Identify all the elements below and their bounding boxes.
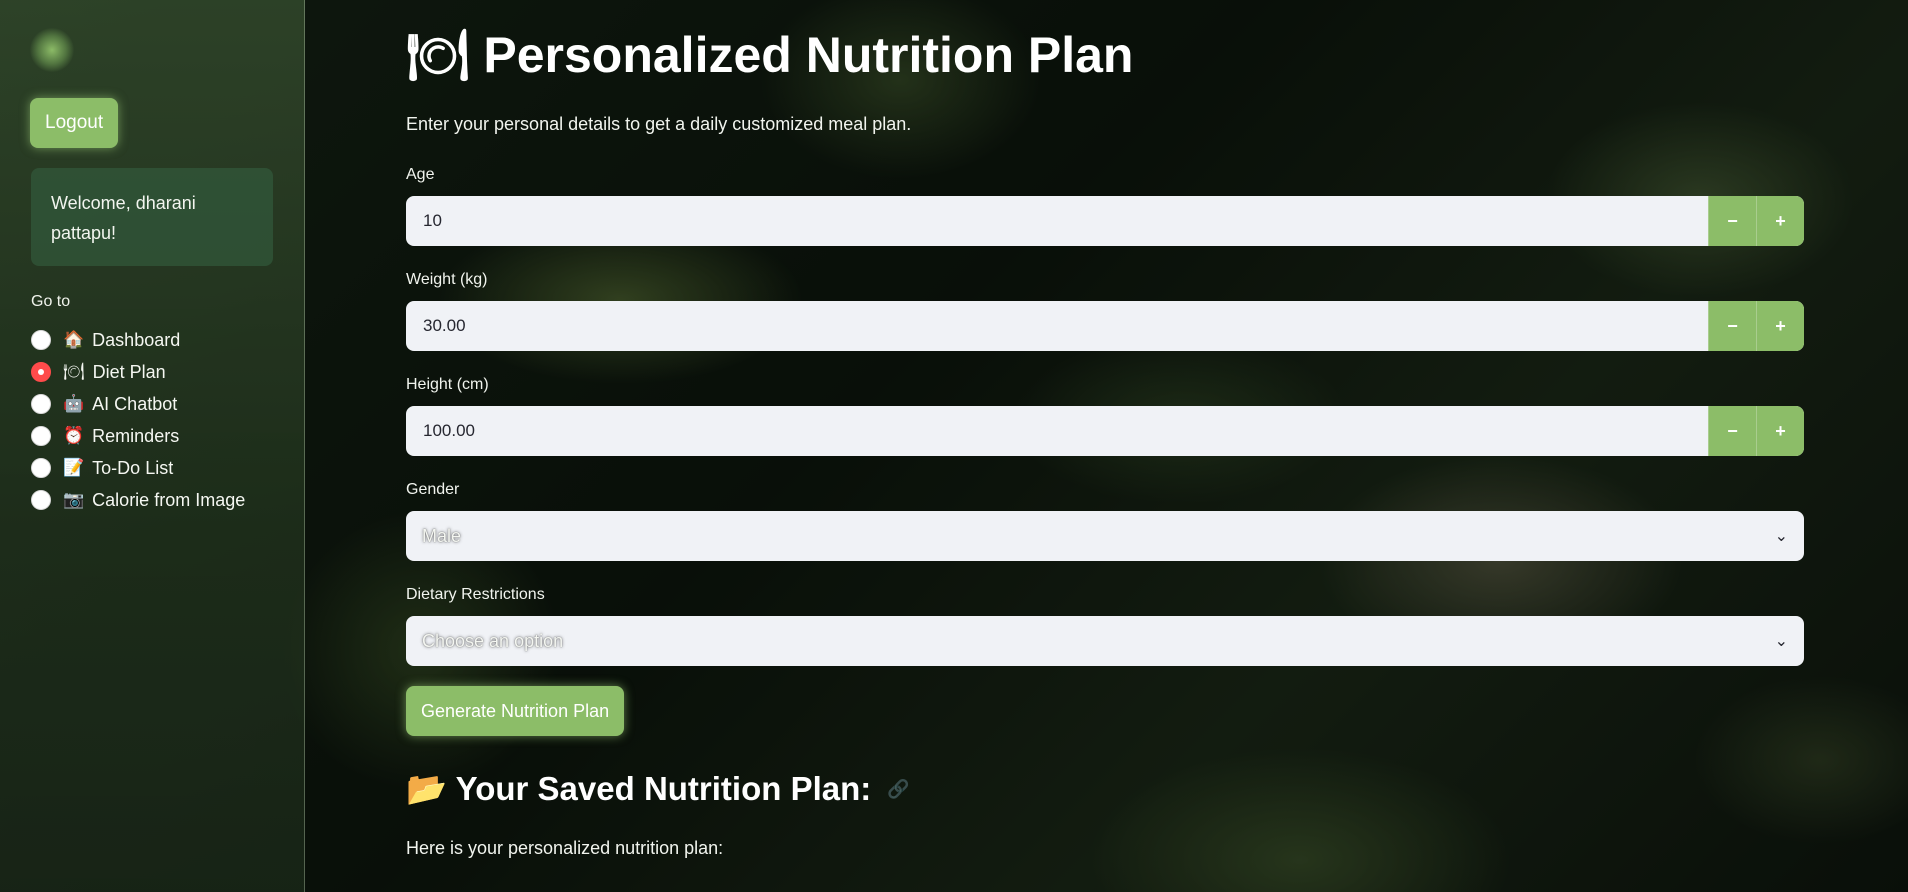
- avatar: [30, 28, 74, 72]
- radio-button[interactable]: [31, 330, 51, 350]
- gender-select[interactable]: Male ⌄: [406, 511, 1804, 561]
- alarm-clock-icon: ⏰: [63, 426, 85, 445]
- saved-plan-heading: 📂 Your Saved Nutrition Plan: 🔗: [406, 770, 910, 809]
- radio-button[interactable]: [31, 458, 51, 478]
- weight-label: Weight (kg): [406, 271, 488, 288]
- dietary-restrictions-select[interactable]: Choose an option ⌄: [406, 616, 1804, 666]
- weight-input: 30.00 − +: [406, 301, 1804, 351]
- sidebar: Logout Welcome, dharani pattapu! Go to 🏠…: [0, 0, 305, 892]
- age-field[interactable]: 10: [406, 196, 1708, 246]
- weight-field[interactable]: 30.00: [406, 301, 1708, 351]
- age-input: 10 − +: [406, 196, 1804, 246]
- nav-item-label: Reminders: [92, 425, 180, 446]
- page-title: 🍽 Personalized Nutrition Plan: [406, 27, 1134, 83]
- goto-label: Go to: [31, 293, 71, 310]
- nav-item-ai-chatbot[interactable]: 🤖 AI Chatbot: [31, 388, 245, 420]
- generate-nutrition-plan-button[interactable]: Generate Nutrition Plan: [406, 686, 625, 736]
- height-input: 100.00 − +: [406, 406, 1804, 456]
- nav-item-label: Diet Plan: [92, 361, 166, 382]
- plate-icon: 🍽: [63, 362, 85, 381]
- height-label: Height (cm): [406, 376, 489, 393]
- gender-selected-value: Male: [422, 525, 462, 546]
- nav-item-label: To-Do List: [92, 457, 174, 478]
- saved-plan-heading-text: 📂 Your Saved Nutrition Plan:: [406, 770, 872, 807]
- memo-icon: 📝: [63, 458, 85, 477]
- weight-increment-button[interactable]: +: [1756, 301, 1804, 351]
- saved-plan-text: Here is your personalized nutrition plan…: [406, 838, 724, 858]
- link-icon[interactable]: 🔗: [887, 779, 909, 800]
- age-decrement-button[interactable]: −: [1708, 196, 1756, 246]
- dietary-restrictions-placeholder: Choose an option: [422, 630, 564, 651]
- welcome-message: Welcome, dharani pattapu!: [31, 168, 273, 266]
- robot-icon: 🤖: [63, 394, 85, 413]
- radio-button-selected[interactable]: [31, 362, 51, 382]
- house-icon: 🏠: [63, 330, 85, 349]
- height-increment-button[interactable]: +: [1756, 406, 1804, 456]
- dietary-restrictions-label: Dietary Restrictions: [406, 586, 545, 603]
- gender-label: Gender: [406, 481, 460, 498]
- camera-icon: 📷: [63, 490, 85, 509]
- height-decrement-button[interactable]: −: [1708, 406, 1756, 456]
- page-subtitle: Enter your personal details to get a dai…: [406, 114, 912, 134]
- radio-button[interactable]: [31, 490, 51, 510]
- age-increment-button[interactable]: +: [1756, 196, 1804, 246]
- radio-button[interactable]: [31, 394, 51, 414]
- weight-decrement-button[interactable]: −: [1708, 301, 1756, 351]
- logout-button[interactable]: Logout: [30, 98, 119, 148]
- nav-item-label: AI Chatbot: [92, 393, 178, 414]
- chevron-down-icon: ⌄: [1774, 633, 1788, 650]
- age-label: Age: [406, 166, 435, 183]
- nav-item-dashboard[interactable]: 🏠 Dashboard: [31, 324, 245, 356]
- nav-item-label: Calorie from Image: [92, 489, 246, 510]
- nav-item-diet-plan[interactable]: 🍽 Diet Plan: [31, 356, 245, 388]
- nav-item-todo-list[interactable]: 📝 To-Do List: [31, 452, 245, 484]
- nav-radio-group: 🏠 Dashboard 🍽 Diet Plan 🤖 AI Chatbot ⏰ R…: [31, 324, 245, 516]
- radio-button[interactable]: [31, 426, 51, 446]
- chevron-down-icon: ⌄: [1774, 528, 1788, 545]
- nav-item-reminders[interactable]: ⏰ Reminders: [31, 420, 245, 452]
- height-field[interactable]: 100.00: [406, 406, 1708, 456]
- nav-item-label: Dashboard: [92, 329, 181, 350]
- nav-item-calorie-from-image[interactable]: 📷 Calorie from Image: [31, 484, 245, 516]
